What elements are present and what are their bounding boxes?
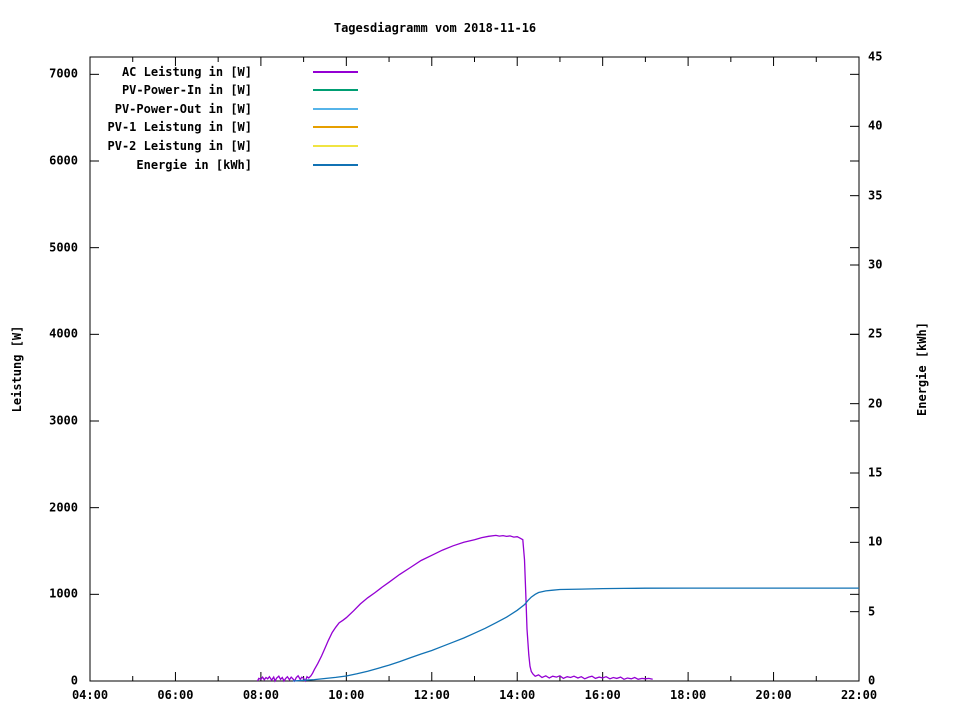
x-tick-label: 04:00 [71, 688, 109, 702]
legend-label: PV-Power-In in [W] [121, 83, 252, 98]
x-tick-label: 18:00 [670, 688, 707, 702]
y2-tick-label: 15 [868, 465, 883, 480]
x-tick-label: 20:00 [755, 688, 792, 702]
x-tick-label: 08:00 [242, 688, 279, 702]
legend-line-sample [313, 126, 358, 129]
x-tick-label: 06:00 [157, 688, 194, 702]
series-line-5 [292, 587, 859, 682]
series-line-0 [256, 534, 653, 683]
legend-label: PV-2 Leistung in [W] [107, 138, 253, 153]
y2-tick-label: 25 [868, 326, 883, 341]
y-tick-label: 6000 [49, 153, 78, 168]
legend-line-sample [313, 89, 358, 92]
y2-tick-label: 35 [868, 188, 883, 203]
y-tick-label: 5000 [49, 240, 78, 255]
legend-line-sample [313, 107, 358, 110]
y2-tick-label: 40 [868, 118, 883, 133]
x-tick-label: 14:00 [499, 688, 536, 702]
y2-tick-label: 30 [868, 257, 883, 272]
x-tick-label: 22:00 [840, 688, 878, 702]
y-tick-label: 2000 [49, 500, 78, 515]
legend-label: AC Leistung in [W] [121, 64, 252, 79]
chart-canvas: Tagesdiagramm vom 2018-11-16 Leistung [W… [0, 0, 960, 720]
legend-line-sample [313, 144, 358, 147]
y-tick-label: 4000 [49, 326, 78, 341]
x-tick-label: 16:00 [584, 688, 621, 702]
legend-label: PV-Power-Out in [W] [114, 101, 252, 116]
y2-tick-label: 20 [868, 396, 883, 411]
y-tick-label: 3000 [49, 413, 78, 428]
x-tick-label: 12:00 [413, 688, 450, 702]
legend-line-sample [313, 70, 358, 73]
y2-tick-label: 45 [868, 49, 883, 64]
legend-label: PV-1 Leistung in [W] [107, 120, 253, 135]
y-tick-label: 7000 [49, 66, 78, 81]
legend-line-sample [313, 163, 358, 166]
y-tick-label: 0 [70, 673, 78, 688]
y2-tick-label: 5 [868, 604, 876, 619]
y2-tick-label: 10 [868, 534, 883, 549]
y-tick-label: 1000 [49, 586, 78, 601]
legend-label: Energie in [kWh] [136, 157, 252, 172]
x-tick-label: 10:00 [328, 688, 365, 702]
y2-tick-label: 0 [868, 673, 876, 688]
